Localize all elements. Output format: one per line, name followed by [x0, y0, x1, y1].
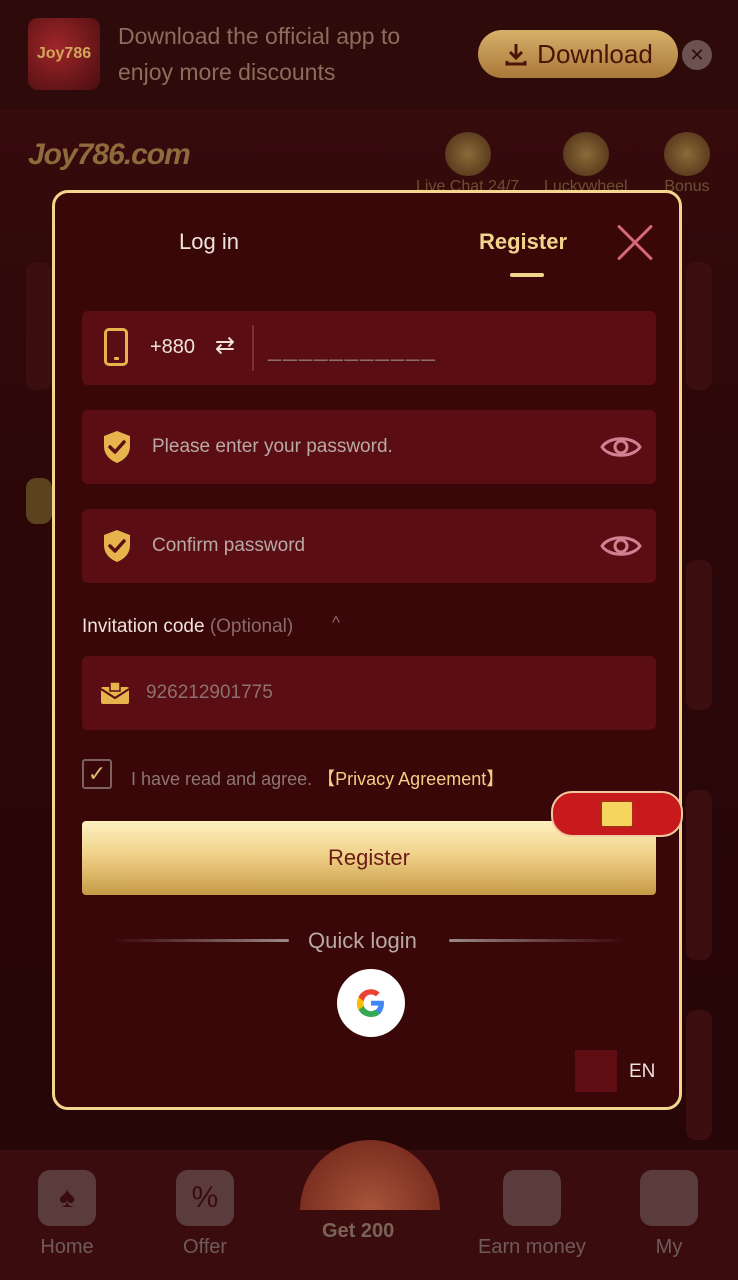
background-card	[686, 790, 712, 960]
shield-icon	[104, 530, 130, 562]
google-login-button[interactable]	[337, 969, 405, 1037]
gift-icon	[502, 1170, 561, 1226]
smile-icon	[640, 1170, 698, 1226]
site-logo: Joy786.com	[28, 138, 191, 171]
background-card	[686, 262, 712, 390]
nav-get-200[interactable]: Get 200	[322, 1220, 394, 1243]
nav-earn-money[interactable]: Earn money	[478, 1170, 586, 1259]
nav-home[interactable]: ♠ Home	[38, 1170, 96, 1259]
eye-icon[interactable]	[600, 531, 642, 561]
background-card	[26, 478, 52, 524]
phone-icon	[104, 328, 128, 366]
agreement-label: I have read and agree.	[131, 769, 313, 789]
gift-icon	[664, 132, 710, 176]
close-icon[interactable]	[615, 223, 655, 263]
download-icon	[505, 44, 527, 66]
register-button-label: Register	[328, 845, 410, 870]
language-selector[interactable]: EN	[629, 1061, 655, 1083]
app-download-banner: Joy786 Download the official app to enjo…	[0, 0, 738, 110]
quick-login-label: Quick login	[308, 928, 417, 953]
nav-my[interactable]: My	[640, 1170, 698, 1259]
headset-icon	[444, 132, 491, 176]
background-card	[26, 262, 52, 390]
optional-tag: (Optional)	[209, 616, 294, 637]
password-input[interactable]: Please enter your password.	[152, 436, 393, 458]
download-button[interactable]: Download	[478, 30, 678, 78]
eye-icon[interactable]	[600, 432, 642, 462]
live-chat-nav[interactable]: Live Chat 24/7	[416, 132, 519, 196]
divider	[113, 939, 289, 942]
divider	[449, 939, 625, 942]
privacy-agreement-link[interactable]: 【Privacy Agreement】	[317, 769, 504, 789]
agreement-checkbox[interactable]: ✓	[82, 759, 112, 789]
percent-icon: %	[176, 1170, 234, 1226]
nav-offer[interactable]: % Offer	[176, 1170, 234, 1259]
confirm-password-field[interactable]: Confirm password	[82, 509, 656, 583]
banner-close-button[interactable]: ✕	[682, 40, 712, 70]
banner-text: Download the official app to enjoy more …	[118, 23, 401, 85]
phone-input[interactable]: ___________	[268, 335, 437, 363]
nav-my-label: My	[655, 1236, 683, 1258]
swap-icon[interactable]: ⇄	[215, 331, 235, 360]
agreement-text: I have read and agree. 【Privacy Agreemen…	[131, 765, 504, 791]
invitation-code-field[interactable]: 926212901775	[82, 656, 656, 730]
nav-home-label: Home	[40, 1236, 94, 1258]
spade-icon: ♠	[38, 1170, 96, 1226]
wheel-icon	[562, 132, 609, 176]
language-flag[interactable]	[575, 1050, 617, 1092]
invitation-code-label[interactable]: Invitation code (Optional)	[82, 616, 293, 638]
background-card	[686, 1010, 712, 1140]
download-button-label: Download	[537, 38, 653, 69]
tab-login[interactable]: Log in	[179, 229, 239, 255]
app-logo-text: Joy786	[36, 45, 92, 62]
close-icon: ✕	[689, 44, 705, 65]
nav-offer-label: Offer	[182, 1236, 228, 1258]
bonus-nav[interactable]: Bonus	[664, 132, 710, 196]
confirm-password-input[interactable]: Confirm password	[152, 535, 305, 557]
country-code-selector[interactable]: +880	[150, 336, 195, 359]
active-tab-indicator	[510, 273, 544, 277]
tab-register[interactable]: Register	[479, 229, 567, 255]
invitation-label-text: Invitation code	[82, 616, 205, 637]
treasure-chest-icon	[600, 800, 634, 828]
nav-earn-money-label: Earn money	[478, 1236, 586, 1258]
divider	[252, 325, 254, 371]
mail-icon	[100, 681, 130, 704]
app-logo: Joy786	[28, 18, 100, 90]
google-icon	[356, 989, 384, 1017]
invitation-code-input[interactable]: 926212901775	[146, 682, 273, 704]
chevron-up-icon[interactable]: ^	[332, 613, 340, 633]
background-card	[686, 560, 712, 710]
register-modal: Log in Register +880 ⇄ ___________ Pleas…	[52, 190, 683, 1110]
password-field[interactable]: Please enter your password.	[82, 410, 656, 484]
luckywheel-nav[interactable]: Luckywheel	[544, 132, 628, 196]
phone-field[interactable]: +880 ⇄ ___________	[82, 311, 656, 385]
shield-icon	[104, 431, 130, 463]
gift-badge	[551, 791, 683, 837]
